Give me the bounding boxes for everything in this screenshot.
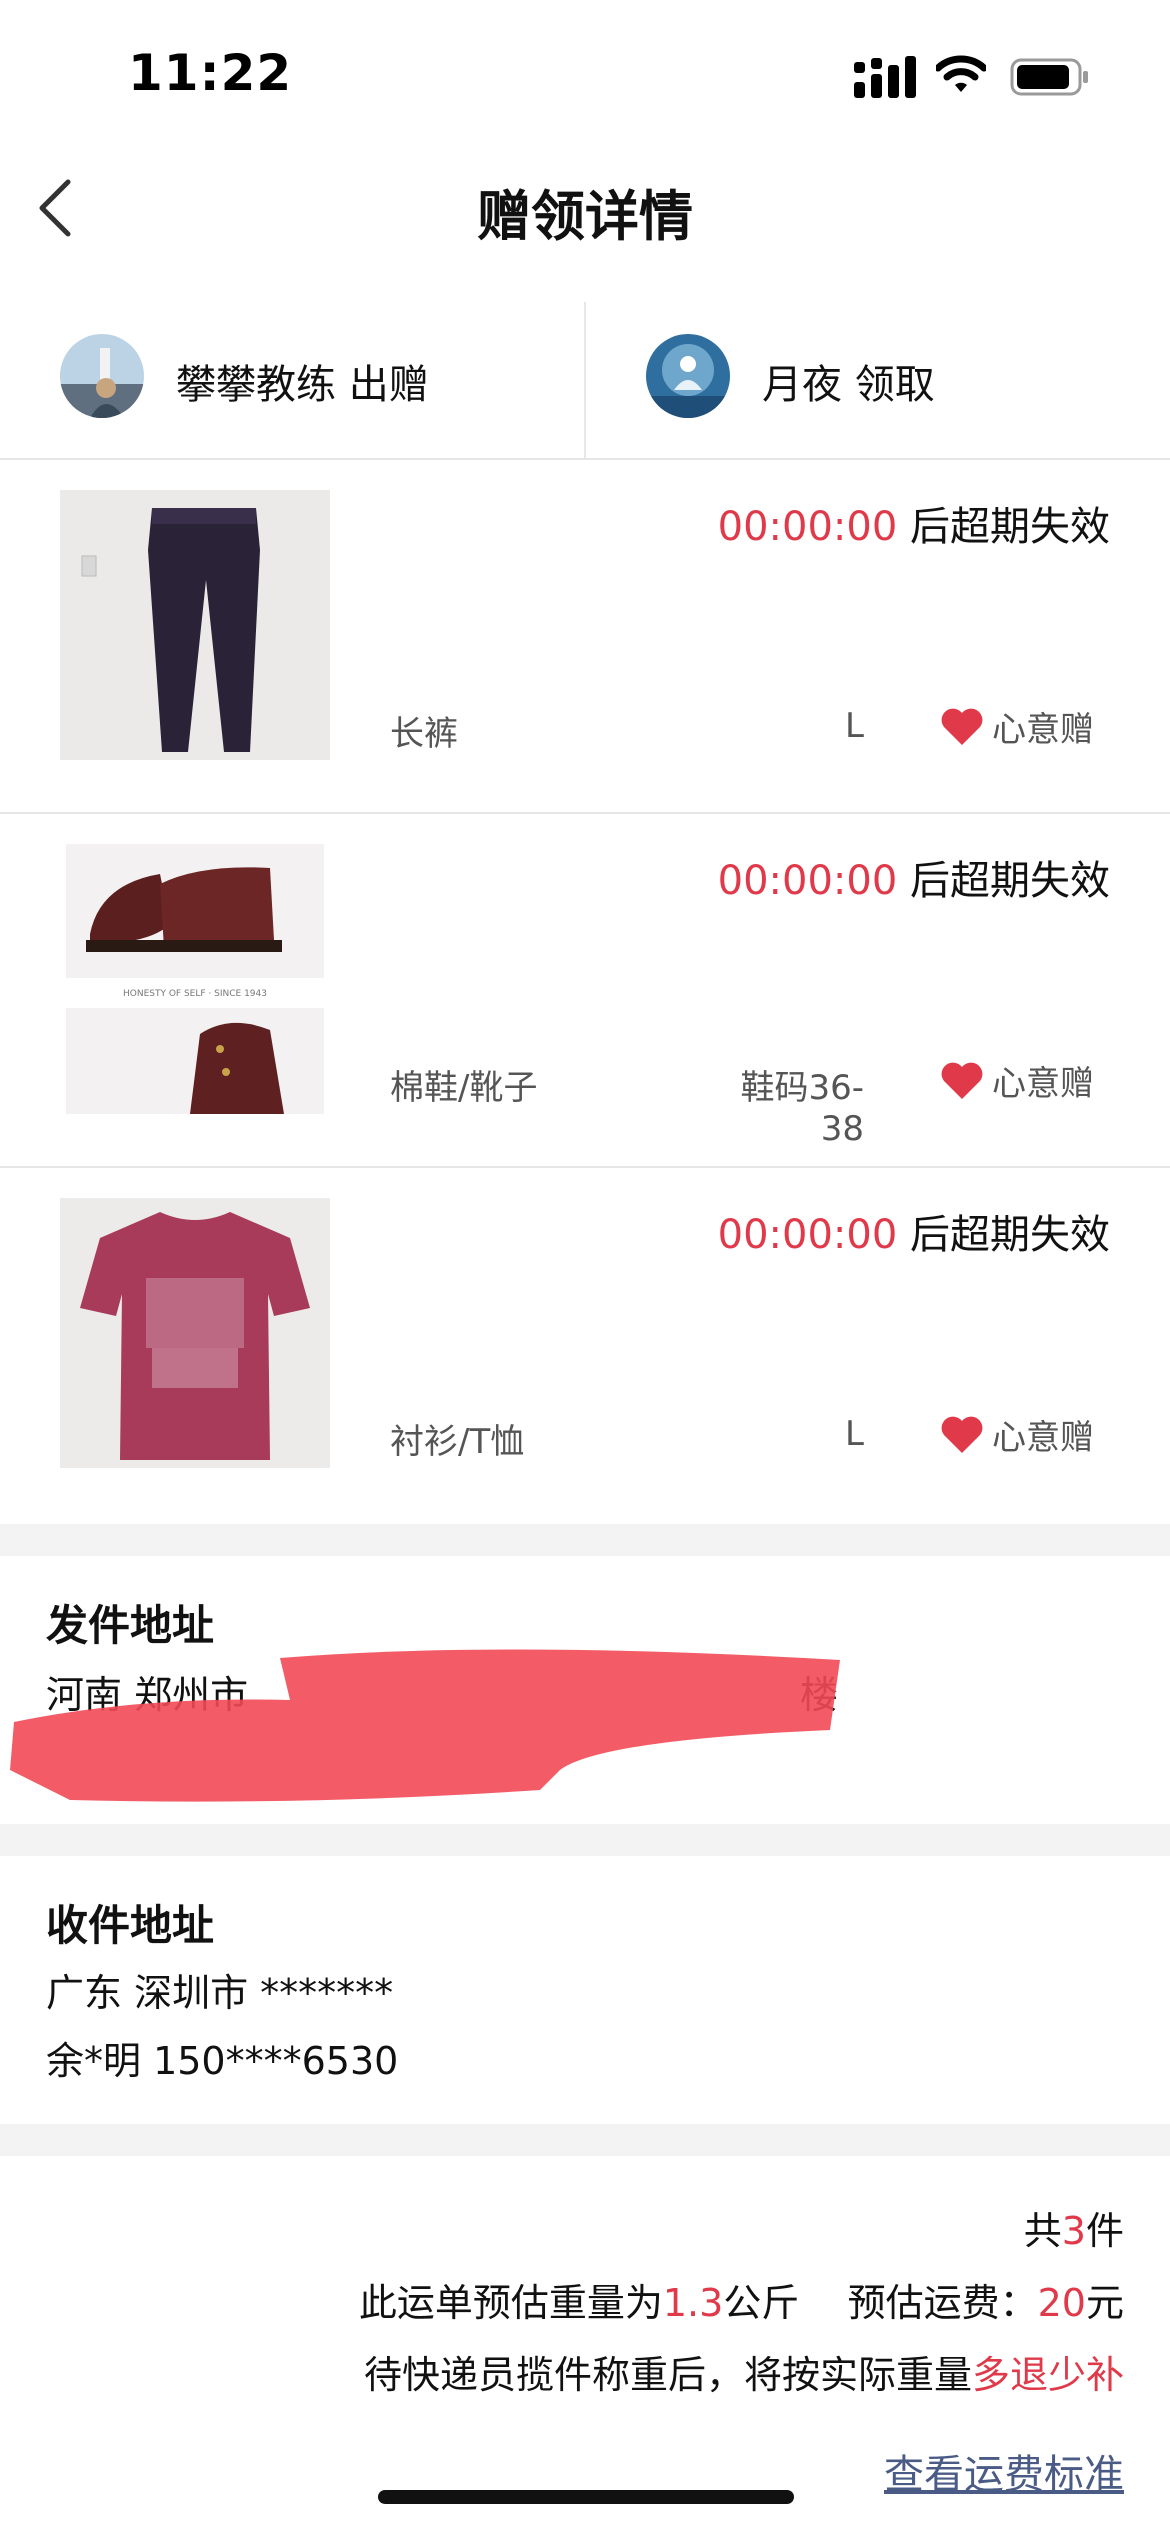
item-category: 衬衫/T恤 [390, 1422, 525, 1462]
gift-badge: 心意赠 [940, 702, 1094, 751]
receiver-address-line: 广东 深圳市 ******* [46, 1971, 394, 2015]
item-image-boots[interactable]: HONESTY OF SELF · SINCE 1943 [60, 844, 330, 1114]
users-divider [584, 302, 586, 458]
battery-icon [1010, 58, 1088, 96]
item-count: 共3件 [1023, 2209, 1124, 2253]
item-timer: 00:00:00 后超期失效 [717, 858, 1110, 904]
giver-avatar[interactable] [60, 334, 144, 418]
heart-icon [941, 708, 983, 745]
weight-note: 待快递员揽件称重后，将按实际重量多退少补 [363, 2353, 1124, 2397]
gift-label: 心意赠 [992, 1418, 1094, 1458]
item-category: 棉鞋/靴子 [390, 1068, 538, 1108]
section-separator [0, 2124, 1170, 2156]
item-category: 长裤 [390, 714, 458, 754]
section-separator [0, 1824, 1170, 1856]
status-time: 11:22 [128, 44, 293, 102]
receiver-label: 月夜 领取 [762, 362, 935, 408]
heart-icon [941, 1416, 983, 1453]
item-size: L [845, 706, 864, 746]
heart-icon [941, 1062, 983, 1099]
receiver-contact-line: 余*明 150****6530 [46, 2039, 399, 2083]
giver-label: 攀攀教练 出赠 [176, 362, 429, 408]
gift-badge: 心意赠 [940, 1410, 1094, 1459]
item-size: 鞋码36-38 [740, 1068, 864, 1149]
item-image-tshirt[interactable] [60, 1198, 330, 1468]
receiver-avatar[interactable] [646, 334, 730, 418]
item-timer: 00:00:00 后超期失效 [717, 504, 1110, 550]
gift-label: 心意赠 [992, 1064, 1094, 1104]
divider [0, 1166, 1170, 1168]
divider [0, 458, 1170, 460]
item-size: L [845, 1414, 864, 1454]
section-separator [0, 1524, 1170, 1556]
item-image-pants[interactable] [60, 490, 330, 760]
shipping-fee-link[interactable]: 查看运费标准 [884, 2442, 1124, 2500]
divider [0, 812, 1170, 814]
image-caption: HONESTY OF SELF · SINCE 1943 [123, 989, 267, 999]
page-title: 赠领详情 [477, 185, 693, 248]
wifi-icon [936, 55, 986, 92]
item-timer: 00:00:00 后超期失效 [717, 1212, 1110, 1258]
cellular-signal-icon [854, 56, 916, 98]
receiver-title: 收件地址 [46, 1901, 215, 1950]
gift-label: 心意赠 [992, 710, 1094, 750]
gift-badge: 心意赠 [940, 1056, 1094, 1105]
shipping-estimate: 此运单预估重量为1.3公斤 预估运费：20元 [358, 2281, 1124, 2325]
home-indicator[interactable] [378, 2490, 794, 2504]
redaction-scribble [10, 1649, 840, 1802]
